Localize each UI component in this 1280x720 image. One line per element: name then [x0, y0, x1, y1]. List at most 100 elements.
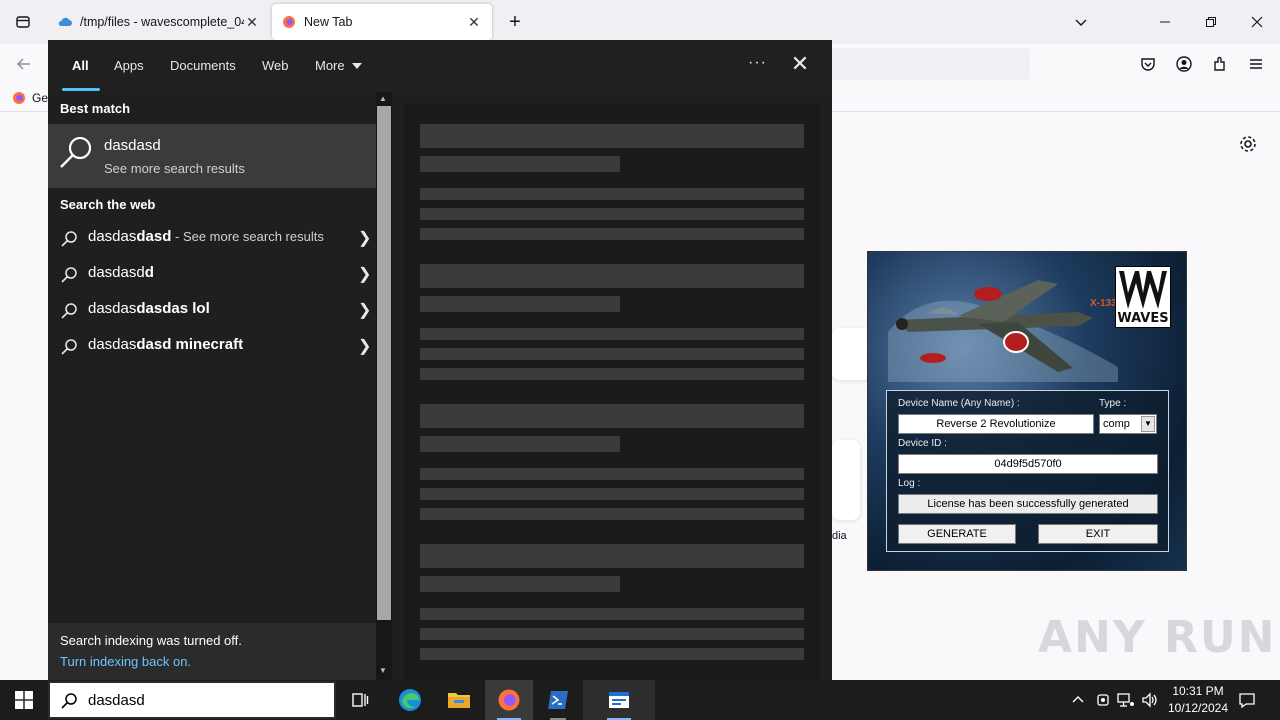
search-input[interactable]: dasdasd: [88, 692, 145, 709]
chevron-right-icon: ❯: [358, 302, 372, 319]
start-button[interactable]: [0, 680, 48, 720]
web-result-text: dasdasdasd - See more search results: [88, 228, 324, 245]
web-result-text: dasdasdasdas lol: [88, 300, 210, 317]
gear-icon[interactable]: [1238, 134, 1258, 157]
cloud-icon: [58, 17, 72, 26]
show-hidden-icons-chevron-icon[interactable]: [1068, 690, 1088, 710]
web-result-item[interactable]: dasdasdd ❯: [48, 256, 376, 292]
device-name-field[interactable]: Reverse 2 Revolutionize: [898, 414, 1094, 434]
type-select[interactable]: comp ▼: [1099, 414, 1157, 434]
skeleton-bar: [420, 508, 804, 520]
tab-documents[interactable]: Documents: [170, 58, 236, 73]
minimize-button[interactable]: [1142, 0, 1188, 44]
extensions-icon[interactable]: [1208, 52, 1232, 76]
waves-logo: WAVES: [1115, 266, 1171, 328]
search-icon: [61, 339, 77, 355]
list-all-tabs-button[interactable]: [0, 0, 46, 44]
results-scrollbar[interactable]: ▲ ▼: [376, 92, 392, 680]
web-result-text: dasdasdd: [88, 264, 154, 281]
skeleton-bar: [420, 468, 804, 480]
tab-web[interactable]: Web: [262, 58, 289, 73]
tab-more[interactable]: More: [315, 58, 345, 73]
chevron-right-icon: ❯: [358, 266, 372, 283]
waves-logo-text: WAVES: [1117, 311, 1169, 326]
tab-close-icon[interactable]: ✕: [466, 14, 482, 31]
tab-title: New Tab: [304, 15, 353, 29]
search-icon: [61, 693, 77, 709]
restore-button[interactable]: [1188, 0, 1234, 44]
skeleton-bar: [420, 608, 804, 620]
task-view-button[interactable]: [336, 680, 384, 720]
notifications-icon[interactable]: [1237, 690, 1257, 710]
address-bar[interactable]: [810, 48, 1030, 80]
new-tab-button[interactable]: +: [492, 0, 538, 44]
close-window-button[interactable]: [1234, 0, 1280, 44]
close-flyout-button[interactable]: ✕: [788, 52, 812, 76]
taskbar-search-box[interactable]: dasdasd: [48, 681, 336, 719]
tab-all[interactable]: All: [72, 58, 89, 73]
search-icon: [60, 136, 92, 168]
dropdown-arrow-icon: ▼: [1141, 416, 1155, 432]
tab-overflow-chevron-icon[interactable]: [1058, 0, 1104, 44]
tab-close-icon[interactable]: ✕: [244, 14, 260, 31]
shortcut-tile[interactable]: [832, 440, 860, 520]
turn-indexing-on-link[interactable]: Turn indexing back on.: [60, 654, 191, 669]
skeleton-bar: [420, 188, 804, 200]
device-icon[interactable]: [1093, 690, 1113, 710]
search-results-list: Best match dasdasd See more search resul…: [48, 92, 376, 680]
skeleton-bar: [420, 404, 804, 428]
scroll-up-arrow-icon[interactable]: ▲: [379, 94, 387, 103]
search-icon: [61, 231, 77, 247]
skeleton-bar: [420, 368, 804, 380]
taskbar-edge[interactable]: [386, 680, 434, 720]
search-box-card[interactable]: [832, 328, 872, 380]
log-label: Log :: [898, 478, 921, 489]
skeleton-bar: [420, 488, 804, 500]
tab-tmp-files[interactable]: /tmp/files - wavescomplete_04 ✕: [48, 4, 270, 40]
minimize-icon: [1160, 21, 1170, 23]
taskbar-powershell[interactable]: [534, 680, 582, 720]
more-options-button[interactable]: ···: [748, 54, 767, 72]
log-field: License has been successfully generated: [898, 494, 1158, 514]
caret-down-icon: [352, 63, 362, 69]
exit-button[interactable]: EXIT: [1038, 524, 1158, 544]
clock-date[interactable]: 10/12/2024: [1162, 701, 1234, 715]
search-scope-tabs: All Apps Documents Web More ··· ✕: [48, 40, 832, 92]
best-match-heading: Best match: [60, 101, 131, 116]
best-match-subtitle: See more search results: [104, 161, 245, 176]
web-result-item[interactable]: dasdasdasd minecraft ❯: [48, 328, 376, 364]
account-icon[interactable]: [1172, 52, 1196, 76]
browser-tab-strip: /tmp/files - wavescomplete_04 ✕ New Tab …: [0, 0, 1280, 44]
taskbar-firefox[interactable]: [485, 680, 533, 720]
pocket-icon[interactable]: [1136, 52, 1160, 76]
task-view-icon: [352, 693, 369, 707]
scrollbar-thumb[interactable]: [377, 106, 391, 620]
back-arrow-icon[interactable]: [12, 52, 36, 76]
type-select-value: comp: [1103, 418, 1130, 430]
volume-icon[interactable]: [1140, 690, 1160, 710]
restore-icon: [1206, 17, 1216, 27]
tab-list-icon: [16, 16, 30, 28]
active-tab-indicator: [62, 88, 100, 91]
skeleton-bar: [420, 544, 804, 568]
skeleton-bar: [420, 228, 804, 240]
taskbar-keygen-window[interactable]: [583, 680, 655, 720]
scroll-down-arrow-icon[interactable]: ▼: [379, 666, 387, 675]
tab-new-tab[interactable]: New Tab ✕: [272, 4, 492, 40]
generate-button[interactable]: GENERATE: [898, 524, 1016, 544]
taskbar-file-explorer[interactable]: [435, 680, 483, 720]
clock-time[interactable]: 10:31 PM: [1166, 684, 1230, 698]
web-result-item[interactable]: dasdasdasdas lol ❯: [48, 292, 376, 328]
device-id-field[interactable]: 04d9f5d570f0: [898, 454, 1158, 474]
menu-icon[interactable]: [1244, 52, 1268, 76]
chevron-right-icon: ❯: [358, 230, 372, 247]
watermark-logo: ANY RUN: [1038, 612, 1277, 663]
web-result-item[interactable]: dasdasdasd - See more search results ❯: [48, 220, 376, 256]
tab-apps[interactable]: Apps: [114, 58, 144, 73]
skeleton-bar: [420, 648, 804, 660]
network-icon[interactable]: [1116, 690, 1136, 710]
best-match-item[interactable]: dasdasd See more search results: [48, 124, 376, 188]
waves-keygen-window: X-133 WAVES Device Name (Any Name) : Typ…: [867, 251, 1187, 571]
type-label: Type :: [1099, 398, 1127, 409]
shortcut-label: dia: [832, 530, 847, 542]
